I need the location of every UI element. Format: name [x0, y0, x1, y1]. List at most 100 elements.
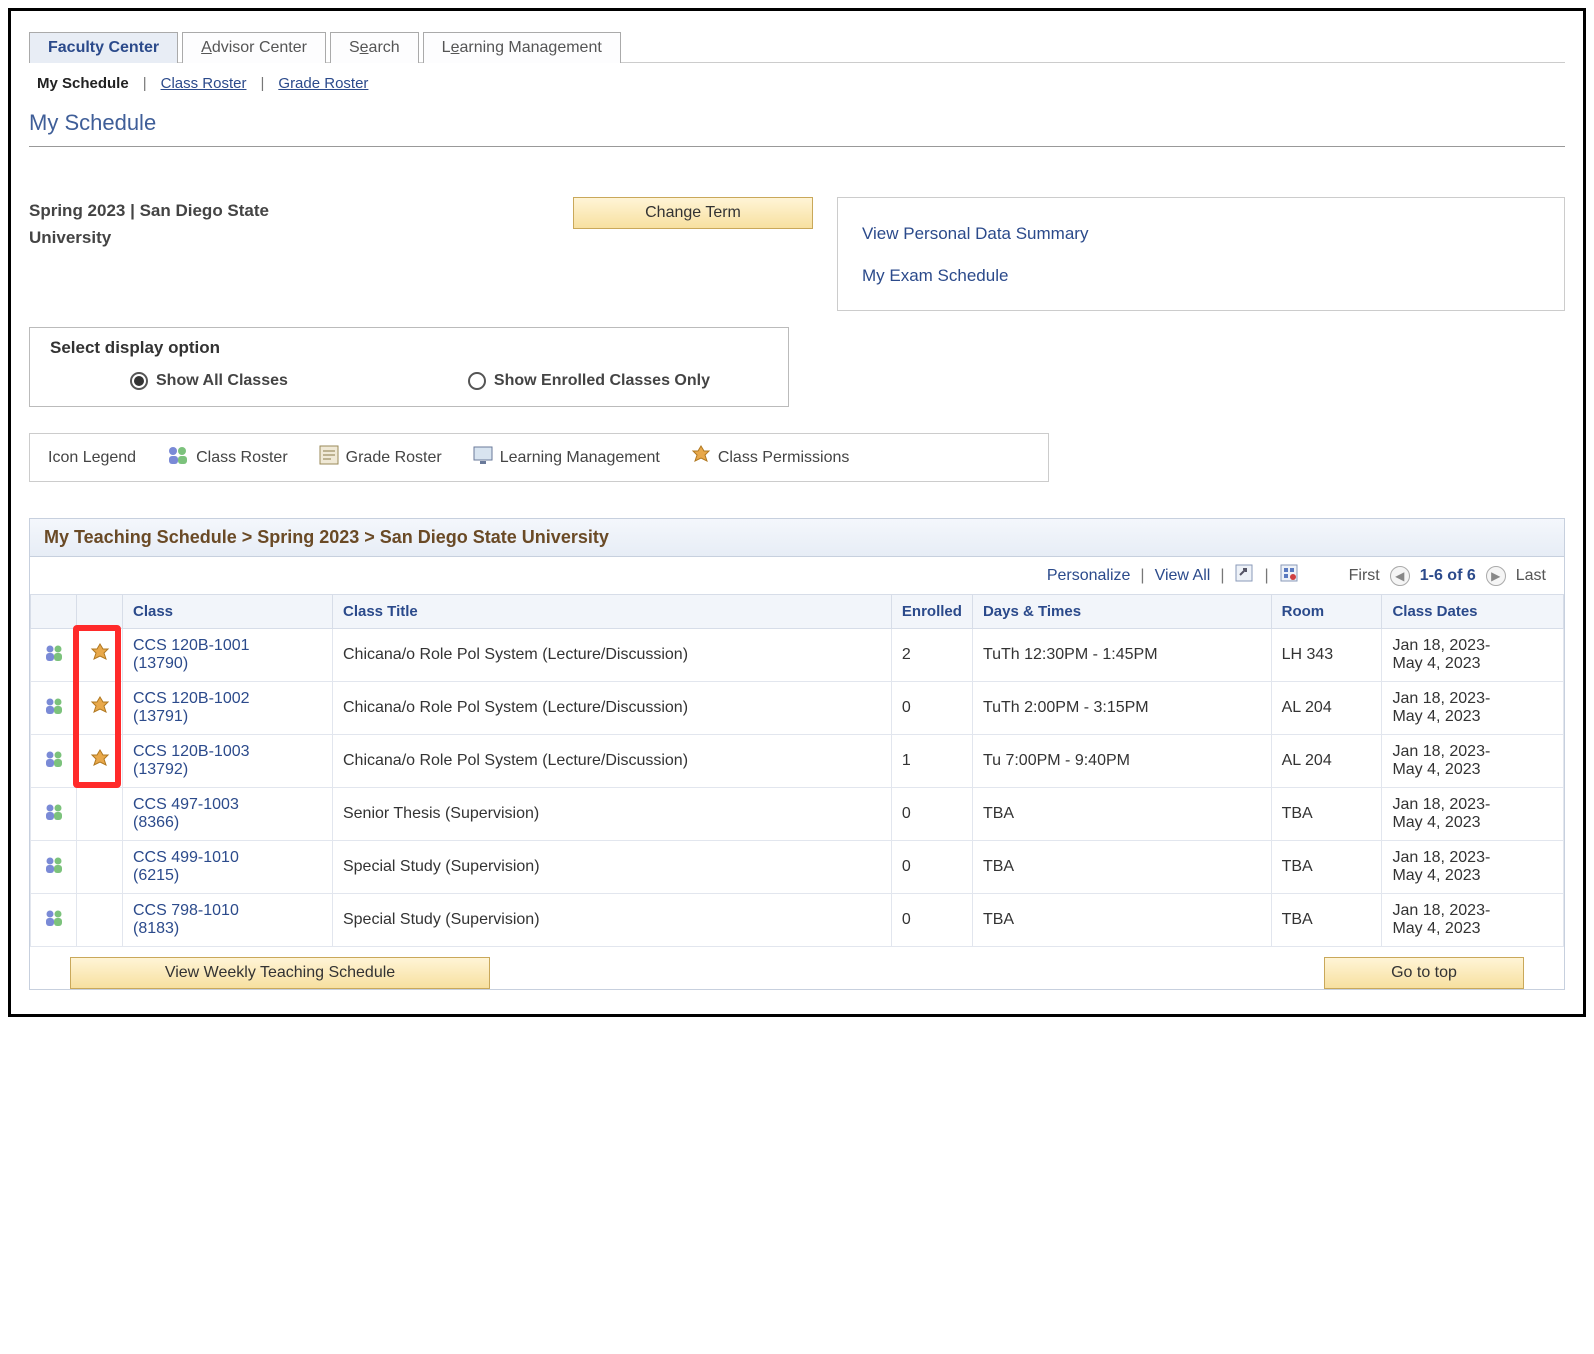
days-times-cell: Tu 7:00PM - 9:40PM [972, 735, 1271, 788]
radio-icon [130, 372, 148, 390]
radio-icon [468, 372, 486, 390]
enrolled-cell: 0 [891, 894, 972, 947]
subtab-my-schedule[interactable]: My Schedule [31, 73, 135, 94]
days-times-cell: TuTh 2:00PM - 3:15PM [972, 682, 1271, 735]
col-class-dates: Class Dates [1382, 595, 1564, 629]
class-permissions-icon[interactable] [89, 642, 111, 669]
radio-label: Show All Classes [156, 372, 288, 390]
class-title-cell: Chicana/o Role Pol System (Lecture/Discu… [332, 735, 891, 788]
nav-last[interactable]: Last [1516, 567, 1546, 585]
teaching-schedule-section: My Teaching Schedule > Spring 2023 > San… [29, 518, 1565, 990]
class-title-cell: Chicana/o Role Pol System (Lecture/Discu… [332, 629, 891, 682]
zoom-icon[interactable] [1234, 563, 1254, 588]
room-cell: AL 204 [1271, 735, 1382, 788]
class-permissions-icon[interactable] [89, 748, 111, 775]
subtab-grade-roster[interactable]: Grade Roster [272, 73, 374, 94]
class-roster-icon[interactable] [43, 696, 65, 721]
tab-search[interactable]: Search [330, 32, 419, 63]
radio-show-all-classes[interactable]: Show All Classes [130, 372, 288, 390]
display-option-box: Select display option Show All Classes S… [29, 327, 789, 407]
nav-prev-icon[interactable]: ◀ [1390, 566, 1410, 586]
col-class-title: Class Title [332, 595, 891, 629]
class-dates-cell: Jan 18, 2023-May 4, 2023 [1382, 735, 1564, 788]
class-link[interactable]: CCS 120B-1001(13790) [133, 637, 250, 672]
tab-advisor-center[interactable]: Advisor Center [182, 32, 326, 63]
class-title-cell: Senior Thesis (Supervision) [332, 788, 891, 841]
days-times-cell: TBA [972, 841, 1271, 894]
class-roster-icon [166, 444, 190, 471]
enrolled-cell: 0 [891, 788, 972, 841]
radio-show-enrolled-only[interactable]: Show Enrolled Classes Only [468, 372, 710, 390]
link-my-exam-schedule[interactable]: My Exam Schedule [862, 266, 1540, 286]
nav-next-icon[interactable]: ▶ [1486, 566, 1506, 586]
page-title: My Schedule [29, 104, 1565, 147]
enrolled-cell: 0 [891, 682, 972, 735]
teaching-schedule-table: Class Class Title Enrolled Days & Times … [30, 594, 1564, 947]
enrolled-cell: 1 [891, 735, 972, 788]
link-view-all[interactable]: View All [1155, 567, 1211, 585]
change-term-button[interactable]: Change Term [573, 197, 813, 229]
link-personalize[interactable]: Personalize [1047, 567, 1131, 585]
table-row: CCS 120B-1003(13792) Chicana/o Role Pol S… [31, 735, 1564, 788]
class-title-cell: Special Study (Supervision) [332, 841, 891, 894]
enrolled-cell: 2 [891, 629, 972, 682]
room-cell: LH 343 [1271, 629, 1382, 682]
side-links-box: View Personal Data Summary My Exam Sched… [837, 197, 1565, 311]
class-link[interactable]: CCS 497-1003(8366) [133, 796, 239, 831]
download-icon[interactable] [1279, 563, 1299, 588]
view-weekly-schedule-button[interactable]: View Weekly Teaching Schedule [70, 957, 490, 989]
table-row: CCS 499-1010(6215) Special Study (Supervi… [31, 841, 1564, 894]
go-to-top-button[interactable]: Go to top [1324, 957, 1524, 989]
class-permissions-icon [690, 444, 712, 471]
grade-roster-icon [318, 444, 340, 471]
class-link[interactable]: CCS 798-1010(8183) [133, 902, 239, 937]
col-room: Room [1271, 595, 1382, 629]
class-dates-cell: Jan 18, 2023-May 4, 2023 [1382, 841, 1564, 894]
sub-tabs: My Schedule | Class Roster | Grade Roste… [29, 67, 1565, 104]
class-dates-cell: Jan 18, 2023-May 4, 2023 [1382, 788, 1564, 841]
days-times-cell: TuTh 12:30PM - 1:45PM [972, 629, 1271, 682]
class-link[interactable]: CCS 120B-1002(13791) [133, 690, 250, 725]
tab-learning-management[interactable]: Learning Management [423, 32, 621, 63]
class-title-cell: Special Study (Supervision) [332, 894, 891, 947]
subtab-class-roster[interactable]: Class Roster [155, 73, 253, 94]
tab-faculty-center[interactable]: Faculty Center [29, 32, 178, 63]
radio-label: Show Enrolled Classes Only [494, 372, 710, 390]
room-cell: AL 204 [1271, 682, 1382, 735]
class-dates-cell: Jan 18, 2023-May 4, 2023 [1382, 629, 1564, 682]
col-days-times: Days & Times [972, 595, 1271, 629]
class-dates-cell: Jan 18, 2023-May 4, 2023 [1382, 894, 1564, 947]
enrolled-cell: 0 [891, 841, 972, 894]
legend-label: Class Permissions [718, 449, 850, 467]
display-option-title: Select display option [50, 338, 768, 358]
legend-label: Grade Roster [346, 449, 442, 467]
class-dates-cell: Jan 18, 2023-May 4, 2023 [1382, 682, 1564, 735]
class-link[interactable]: CCS 120B-1003(13792) [133, 743, 250, 778]
col-enrolled: Enrolled [891, 595, 972, 629]
link-personal-data-summary[interactable]: View Personal Data Summary [862, 224, 1540, 244]
class-roster-icon[interactable] [43, 643, 65, 668]
class-title-cell: Chicana/o Role Pol System (Lecture/Discu… [332, 682, 891, 735]
table-row: CCS 120B-1001(13790) Chicana/o Role Pol S… [31, 629, 1564, 682]
class-link[interactable]: CCS 499-1010(6215) [133, 849, 239, 884]
icon-legend: Icon Legend Class Roster Grade Roster Le… [29, 433, 1049, 482]
room-cell: TBA [1271, 841, 1382, 894]
days-times-cell: TBA [972, 894, 1271, 947]
class-roster-icon[interactable] [43, 749, 65, 774]
icon-legend-title: Icon Legend [48, 449, 136, 467]
separator: | [143, 75, 147, 92]
nav-first[interactable]: First [1349, 567, 1380, 585]
legend-label: Learning Management [500, 449, 660, 467]
nav-range: 1-6 of 6 [1420, 567, 1476, 585]
primary-tabs: Faculty Center Advisor Center Search Lea… [29, 31, 1565, 63]
col-class: Class [123, 595, 333, 629]
class-permissions-icon[interactable] [89, 695, 111, 722]
class-roster-icon[interactable] [43, 802, 65, 827]
table-row: CCS 497-1003(8366) Senior Thesis (Supervi… [31, 788, 1564, 841]
class-roster-icon[interactable] [43, 855, 65, 880]
separator: | [260, 75, 264, 92]
class-roster-icon[interactable] [43, 908, 65, 933]
days-times-cell: TBA [972, 788, 1271, 841]
legend-label: Class Roster [196, 449, 288, 467]
grid-toolbar: Personalize | View All | | First ◀ 1-6 o… [30, 557, 1564, 594]
